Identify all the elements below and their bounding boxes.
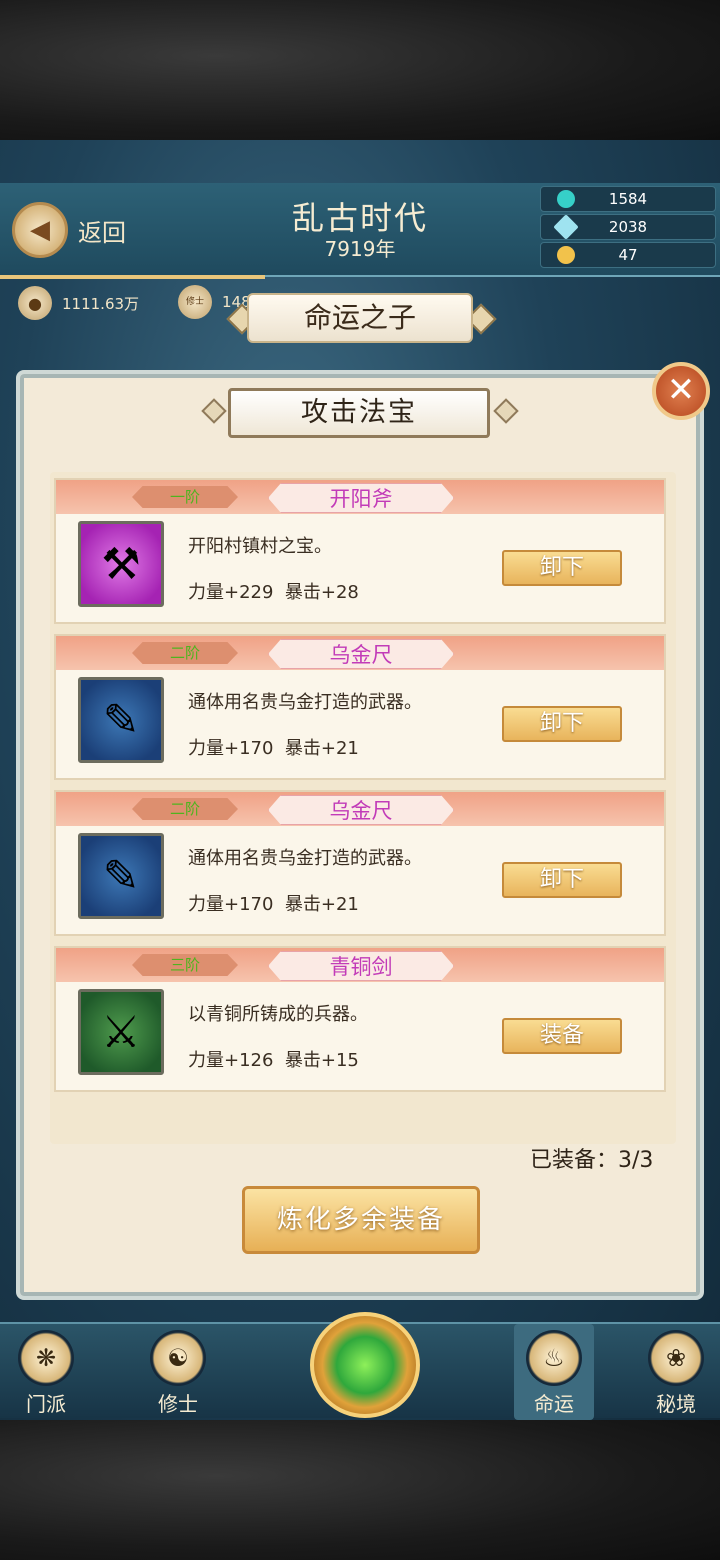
resource-gold[interactable]: 47 — [540, 242, 716, 268]
top-header: ◀ 返回 乱古时代 7919年 1584 2038 47 — [0, 183, 720, 277]
gold-ingot-icon — [557, 246, 575, 264]
population-value: 1111.63万 — [62, 294, 140, 313]
item-stats: 力量+229 暴击+28 — [188, 582, 359, 603]
item-card-header: 二阶 乌金尺 — [56, 636, 664, 670]
refine-surplus-button[interactable]: 炼化多余装备 — [242, 1186, 480, 1254]
population-stat: ● 1111.63万 — [18, 285, 139, 321]
close-icon[interactable]: ✕ — [652, 362, 710, 420]
item-card: 一阶 开阳斧 ⚒ 开阳村镇村之宝。 力量+229 暴击+28 卸下 — [54, 478, 666, 624]
fate-icon: ♨ — [526, 1330, 582, 1386]
tier-badge: 三阶 — [132, 954, 238, 976]
item-description: 通体用名贵乌金打造的武器。 — [188, 848, 422, 869]
cultivator-tag: 修士 — [185, 297, 204, 307]
panel-title: 攻击法宝 — [228, 388, 490, 438]
item-card: 三阶 青铜剑 ⚔ 以青铜所铸成的兵器。 力量+126 暴击+15 装备 — [54, 946, 666, 1092]
tier-badge: 一阶 — [132, 486, 238, 508]
equip-button[interactable]: 装备 — [502, 1018, 622, 1054]
item-stats: 力量+170 暴击+21 — [188, 738, 359, 759]
nav-sect[interactable]: ❋ 门派 — [6, 1330, 86, 1420]
era-progress-bar — [0, 275, 265, 279]
tier-badge: 二阶 — [132, 798, 238, 820]
secret-realm-icon: ❀ — [648, 1330, 704, 1386]
world-emblem-icon[interactable] — [310, 1312, 420, 1418]
item-card-header: 三阶 青铜剑 — [56, 948, 664, 982]
item-name: 青铜剑 — [268, 951, 454, 981]
item-stats: 力量+126 暴击+15 — [188, 1050, 359, 1071]
sword-icon[interactable]: ⚔ — [78, 989, 164, 1075]
resource-spirit-stone[interactable]: 1584 — [540, 186, 716, 212]
item-card-header: 二阶 乌金尺 — [56, 792, 664, 826]
nav-label: 秘境 — [656, 1392, 696, 1416]
item-description: 以青铜所铸成的兵器。 — [188, 1004, 368, 1025]
item-name: 开阳斧 — [268, 483, 454, 513]
ruler-weapon-icon[interactable]: ✎ — [78, 833, 164, 919]
nav-label: 命运 — [534, 1392, 574, 1416]
back-arrow-icon: ◀ — [12, 202, 68, 258]
item-stats: 力量+170 暴击+21 — [188, 894, 359, 915]
item-name: 乌金尺 — [268, 795, 454, 825]
nav-secret-realm[interactable]: ❀ 秘境 — [636, 1330, 716, 1420]
era-year: 7919年 — [324, 237, 396, 261]
resource-panel: 1584 2038 47 — [540, 186, 716, 272]
back-button[interactable]: ◀ 返回 — [12, 200, 142, 260]
resource-crystal[interactable]: 2038 — [540, 214, 716, 240]
cultivator-icon: ☯ — [150, 1330, 206, 1386]
item-description: 通体用名贵乌金打造的武器。 — [188, 692, 422, 713]
item-description: 开阳村镇村之宝。 — [188, 536, 332, 557]
bottom-backdrop — [0, 1420, 720, 1560]
sect-icon: ❋ — [18, 1330, 74, 1386]
back-label: 返回 — [78, 218, 126, 247]
item-card: 二阶 乌金尺 ✎ 通体用名贵乌金打造的武器。 力量+170 暴击+21 卸下 — [54, 790, 666, 936]
axe-icon[interactable]: ⚒ — [78, 521, 164, 607]
item-name: 乌金尺 — [268, 639, 454, 669]
nav-label: 门派 — [26, 1392, 66, 1416]
unequip-button[interactable]: 卸下 — [502, 550, 622, 586]
unequip-button[interactable]: 卸下 — [502, 862, 622, 898]
cultivator-icon: 修士 — [178, 285, 212, 319]
ruler-weapon-icon[interactable]: ✎ — [78, 677, 164, 763]
top-backdrop — [0, 0, 720, 140]
nav-label: 修士 — [158, 1392, 198, 1416]
nav-fate[interactable]: ♨ 命运 — [514, 1324, 594, 1420]
nav-cultivator[interactable]: ☯ 修士 — [138, 1330, 218, 1420]
fate-banner: 命运之子 — [247, 293, 473, 343]
tier-badge: 二阶 — [132, 642, 238, 664]
unequip-button[interactable]: 卸下 — [502, 706, 622, 742]
equipped-count: 已装备：3/3 — [530, 1148, 654, 1173]
population-icon: ● — [18, 286, 52, 320]
item-card: 二阶 乌金尺 ✎ 通体用名贵乌金打造的武器。 力量+170 暴击+21 卸下 — [54, 634, 666, 780]
spirit-stone-icon — [557, 190, 575, 208]
item-card-header: 一阶 开阳斧 — [56, 480, 664, 514]
